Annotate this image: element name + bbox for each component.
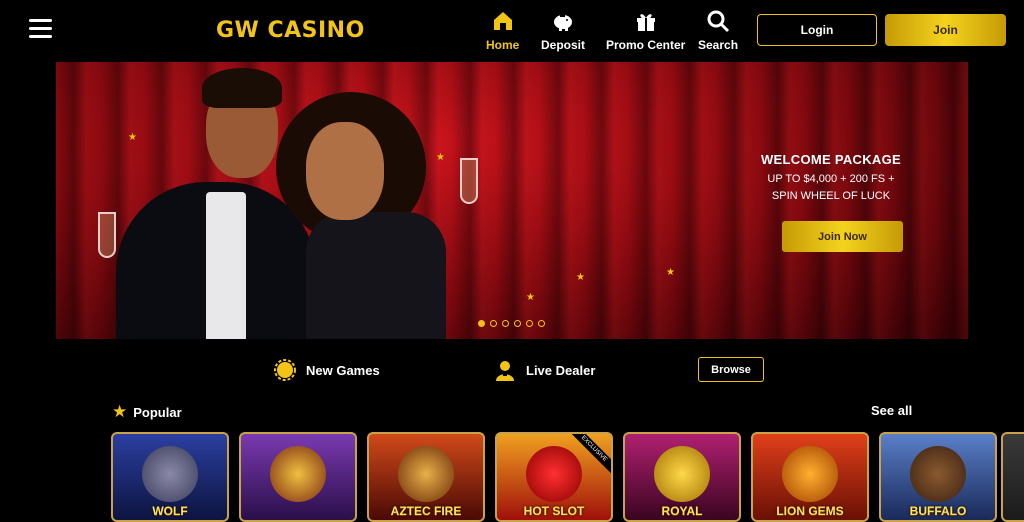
confetti-star-icon: ★	[576, 272, 585, 283]
fortune-god-art	[270, 446, 326, 502]
home-icon	[493, 12, 512, 30]
popular-title: Popular	[133, 404, 182, 420]
game-tile-buffalo[interactable]: BUFFALO	[879, 432, 997, 522]
piggy-bank-icon	[554, 15, 572, 31]
nav-deposit[interactable]: Deposit	[541, 9, 585, 52]
carousel-dot[interactable]	[490, 320, 497, 327]
nav-search[interactable]: Search	[698, 9, 738, 52]
game-title: WOLF	[152, 504, 188, 518]
carousel-dot[interactable]	[514, 320, 521, 327]
aztec-queen-art	[398, 446, 454, 502]
new-games-label: New Games	[306, 362, 380, 378]
game-tile-hot-slot[interactable]: EXCLUSIVE HOT SLOT	[495, 432, 613, 522]
carousel-dot[interactable]	[526, 320, 533, 327]
hero-left-margin	[0, 62, 56, 339]
join-button[interactable]: Join	[885, 14, 1006, 46]
popular-games-row: WOLF AZTEC FIRE EXCLUSIVE HOT SLOT ROYAL…	[111, 432, 997, 522]
carousel-dot[interactable]	[478, 320, 485, 327]
top-navigation-bar: GW CASINO Home Deposit Promo Center Sear…	[0, 0, 1024, 62]
popular-section-header: ★ Popular	[112, 402, 182, 422]
nav-promo-center[interactable]: Promo Center	[606, 9, 685, 52]
live-dealer-label: Live Dealer	[526, 362, 596, 378]
star-icon: ★	[112, 402, 128, 422]
search-icon	[707, 10, 730, 33]
nav-home-label: Home	[486, 38, 520, 52]
nav-promo-label: Promo Center	[606, 38, 686, 52]
nav-search-label: Search	[698, 38, 739, 52]
browse-button[interactable]: Browse	[698, 357, 764, 382]
sun-badge-icon	[274, 359, 296, 381]
game-tile-wolf[interactable]: WOLF	[111, 432, 229, 522]
hero-title: WELCOME PACKAGE	[760, 152, 902, 167]
confetti-star-icon: ★	[128, 132, 137, 143]
game-title: BUFFALO	[909, 504, 967, 518]
game-tile-aztec-fire[interactable]: AZTEC FIRE	[367, 432, 485, 522]
confetti-star-icon: ★	[526, 292, 535, 303]
champagne-glass-icon	[98, 212, 116, 258]
gold-coin-art	[654, 446, 710, 502]
confetti-star-icon: ★	[436, 152, 445, 163]
see-all-link[interactable]: See all	[871, 403, 912, 418]
champagne-glass-icon	[460, 158, 478, 204]
dealer-icon	[496, 361, 514, 381]
game-title: HOT SLOT	[523, 504, 585, 518]
hamburger-menu-icon[interactable]	[29, 19, 52, 39]
category-new-games[interactable]: New Games	[274, 359, 380, 381]
category-live-dealer[interactable]: Live Dealer	[494, 359, 595, 381]
nav-deposit-label: Deposit	[541, 38, 586, 52]
crown-art	[526, 446, 582, 502]
hero-subtitle: UP TO $4,000 + 200 FS + SPIN WHEEL OF LU…	[756, 171, 906, 205]
lion-art	[782, 446, 838, 502]
carousel-dot[interactable]	[538, 320, 545, 327]
hero-banner[interactable]: ★ ★ ★ ★ ★ WELCOME PACKAGE UP TO $4,000 +…	[56, 62, 968, 339]
casino-logo[interactable]: GW CASINO	[216, 18, 365, 43]
game-title: ROYAL	[661, 504, 703, 518]
carousel-dot[interactable]	[502, 320, 509, 327]
game-tile-lion-gems[interactable]: LION GEMS	[751, 432, 869, 522]
hero-right-margin	[968, 62, 1024, 339]
wolf-art	[142, 446, 198, 502]
game-title: AZTEC FIRE	[390, 504, 462, 518]
join-now-button[interactable]: Join Now	[782, 221, 903, 252]
hero-subtitle-line1: UP TO $4,000 + 200 FS +	[767, 173, 895, 185]
hero-man-shirt	[206, 192, 246, 339]
game-tile-partial[interactable]	[1001, 432, 1024, 522]
hero-promo-text: WELCOME PACKAGE UP TO $4,000 + 200 FS + …	[756, 152, 906, 205]
game-tile-fortune[interactable]	[239, 432, 357, 522]
confetti-star-icon: ★	[666, 267, 675, 278]
buffalo-art	[910, 446, 966, 502]
hero-woman-figure	[306, 212, 446, 339]
login-button[interactable]: Login	[757, 14, 877, 46]
gift-icon	[636, 14, 655, 31]
hero-man-hair	[202, 68, 282, 108]
hero-subtitle-line2: SPIN WHEEL OF LUCK	[771, 190, 891, 202]
game-tile-royal[interactable]: ROYAL	[623, 432, 741, 522]
game-title: LION GEMS	[776, 504, 844, 518]
nav-home[interactable]: Home	[486, 9, 519, 52]
hero-woman-head	[306, 122, 384, 220]
carousel-dots	[478, 320, 545, 327]
